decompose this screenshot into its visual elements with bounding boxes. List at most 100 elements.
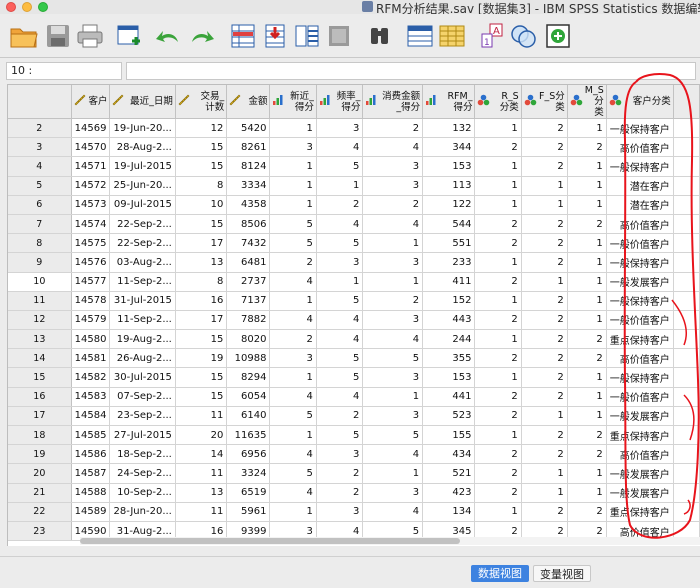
data-cell[interactable]: 2 — [316, 483, 364, 503]
data-cell[interactable]: 14576 — [71, 252, 111, 273]
row-number[interactable]: 3 — [8, 137, 72, 158]
data-cell[interactable]: 1 — [269, 118, 317, 139]
data-cell[interactable]: 155 — [422, 425, 476, 446]
data-cell[interactable]: 16 — [175, 291, 228, 311]
data-cell[interactable]: 15 — [175, 367, 228, 388]
row-number[interactable]: 4 — [8, 156, 72, 177]
data-cell[interactable]: 2 — [521, 348, 568, 369]
data-cell[interactable]: 5 — [316, 348, 364, 369]
data-cell[interactable]: 2 — [316, 463, 364, 484]
data-cell[interactable]: 1 — [474, 291, 522, 311]
empty-cell[interactable] — [673, 214, 700, 235]
data-cell[interactable]: 2 — [316, 195, 364, 215]
data-cell[interactable]: 2 — [362, 118, 424, 139]
data-cell[interactable]: 11-Sep-2... — [109, 310, 176, 331]
data-cell[interactable]: 一般保持客户 — [606, 252, 674, 273]
data-cell[interactable]: 3 — [362, 176, 424, 196]
data-cell[interactable]: 1 — [316, 272, 364, 292]
data-cell[interactable]: 2 — [474, 137, 522, 158]
data-cell[interactable]: 2 — [474, 348, 522, 369]
data-cell[interactable]: 441 — [422, 387, 476, 407]
data-cell[interactable]: 3 — [316, 118, 364, 139]
data-cell[interactable]: 14573 — [71, 195, 111, 215]
data-cell[interactable]: 3 — [316, 444, 364, 465]
data-cell[interactable]: 523 — [422, 406, 476, 427]
column-header[interactable]: 客户分类 — [606, 85, 674, 119]
data-cell[interactable]: 1 — [269, 195, 317, 215]
data-cell[interactable]: 14578 — [71, 291, 111, 311]
data-cell[interactable]: 5 — [269, 463, 317, 484]
data-cell[interactable]: 3 — [362, 156, 424, 177]
data-cell[interactable]: 1 — [521, 195, 568, 215]
column-header[interactable]: 频率_得分 — [316, 85, 364, 119]
data-cell[interactable]: 8020 — [226, 329, 271, 350]
data-cell[interactable]: 2 — [521, 252, 568, 273]
row-number[interactable]: 22 — [8, 502, 72, 522]
data-cell[interactable]: 1 — [521, 483, 568, 503]
empty-cell[interactable] — [673, 387, 700, 407]
data-cell[interactable]: 2737 — [226, 272, 271, 292]
column-header[interactable]: R_S分类 — [474, 85, 522, 119]
insert-variable-icon[interactable] — [436, 20, 468, 52]
data-cell[interactable]: 3 — [362, 367, 424, 388]
data-cell[interactable]: 8 — [175, 176, 228, 196]
data-cell[interactable]: 8 — [175, 272, 228, 292]
row-number[interactable]: 23 — [8, 521, 72, 542]
data-cell[interactable]: 1 — [474, 118, 522, 139]
column-header[interactable]: F_S分类 — [521, 85, 568, 119]
data-cell[interactable]: 3 — [269, 348, 317, 369]
data-cell[interactable]: 6140 — [226, 406, 271, 427]
data-cell[interactable]: 4 — [269, 272, 317, 292]
data-cell[interactable]: 2 — [316, 406, 364, 427]
row-number[interactable]: 18 — [8, 425, 72, 446]
empty-cell[interactable] — [673, 367, 700, 388]
data-cell[interactable]: 24-Sep-2... — [109, 463, 176, 484]
data-cell[interactable]: 7137 — [226, 291, 271, 311]
data-cell[interactable]: 15 — [175, 137, 228, 158]
data-cell[interactable]: 233 — [422, 252, 476, 273]
data-cell[interactable]: 2 — [567, 348, 607, 369]
data-cell[interactable]: 355 — [422, 348, 476, 369]
empty-cell[interactable] — [673, 483, 700, 503]
data-cell[interactable]: 03-Aug-2... — [109, 252, 176, 273]
data-cell[interactable]: 14580 — [71, 329, 111, 350]
data-cell[interactable]: 2 — [521, 502, 568, 522]
empty-cell[interactable] — [673, 425, 700, 446]
empty-cell[interactable] — [673, 406, 700, 427]
data-cell[interactable]: 14575 — [71, 233, 111, 254]
empty-cell[interactable] — [673, 502, 700, 522]
data-cell[interactable]: 2 — [567, 214, 607, 235]
data-cell[interactable]: 一般价值客户 — [606, 233, 674, 254]
data-cell[interactable]: 1 — [474, 252, 522, 273]
data-cell[interactable]: 高价值客户 — [606, 214, 674, 235]
empty-cell[interactable] — [673, 156, 700, 177]
data-cell[interactable]: 2 — [474, 463, 522, 484]
data-cell[interactable]: 8294 — [226, 367, 271, 388]
data-cell[interactable]: 14587 — [71, 463, 111, 484]
column-header[interactable]: M_S分类 — [567, 85, 607, 119]
data-cell[interactable]: 4 — [269, 444, 317, 465]
data-cell[interactable]: 2 — [521, 367, 568, 388]
data-cell[interactable]: 5 — [362, 348, 424, 369]
column-header[interactable]: 最近_日期 — [109, 85, 176, 119]
data-cell[interactable]: 14582 — [71, 367, 111, 388]
data-cell[interactable]: 3 — [316, 252, 364, 273]
data-cell[interactable]: 19-Jul-2015 — [109, 156, 176, 177]
data-cell[interactable]: 521 — [422, 463, 476, 484]
data-cell[interactable]: 1 — [269, 291, 317, 311]
data-cell[interactable]: 2 — [521, 310, 568, 331]
row-number[interactable]: 14 — [8, 348, 72, 369]
data-cell[interactable]: 1 — [316, 176, 364, 196]
data-cell[interactable]: 高价值客户 — [606, 137, 674, 158]
data-cell[interactable]: 1 — [567, 233, 607, 254]
data-cell[interactable]: 2 — [521, 291, 568, 311]
close-window-button[interactable] — [6, 2, 16, 12]
data-cell[interactable]: 14 — [175, 444, 228, 465]
data-grid[interactable]: 客户 最近_日期 交易_计数 金额 新近_得分 频率_得分 消费金额_得分 RFM_得分 R_S… — [7, 84, 700, 546]
data-cell[interactable]: 30-Jul-2015 — [109, 367, 176, 388]
data-cell[interactable]: 一般保持客户 — [606, 367, 674, 388]
data-cell[interactable]: 5420 — [226, 118, 271, 139]
data-cell[interactable]: 14572 — [71, 176, 111, 196]
data-cell[interactable]: 2 — [474, 214, 522, 235]
data-cell[interactable]: 1 — [474, 425, 522, 446]
